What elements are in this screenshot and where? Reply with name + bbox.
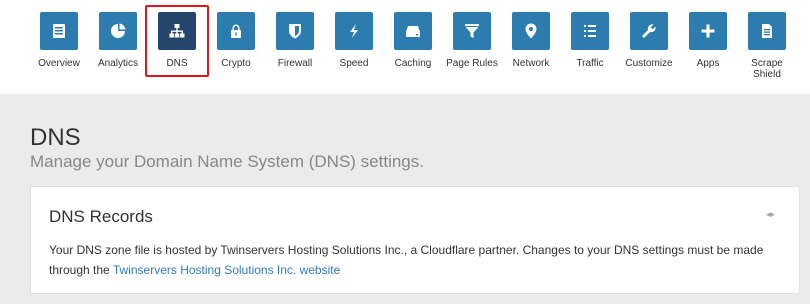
dns-icon — [158, 12, 196, 50]
list-icon — [571, 12, 609, 50]
nav-item-traffic[interactable]: Traffic — [561, 0, 619, 94]
nav-item-caching[interactable]: Caching — [384, 0, 442, 94]
card-collapse-toggle[interactable]: ◂▸ — [766, 209, 775, 220]
hosting-partner-link[interactable]: Twinservers Hosting Solutions Inc. websi… — [113, 263, 340, 277]
page-title: DNS — [30, 124, 81, 151]
nav-item-network[interactable]: Network — [502, 0, 560, 94]
analytics-icon — [99, 12, 137, 50]
top-navigation: Overview Analytics DNS Crypto Firewall S… — [0, 0, 810, 94]
nav-item-apps[interactable]: Apps — [679, 0, 737, 94]
lock-icon — [217, 12, 255, 50]
nav-item-overview[interactable]: Overview — [30, 0, 88, 94]
nav-item-firewall[interactable]: Firewall — [266, 0, 324, 94]
plus-icon — [689, 12, 727, 50]
nav-item-scrape-shield[interactable]: Scrape Shield — [738, 0, 796, 94]
nav-item-analytics[interactable]: Analytics — [89, 0, 147, 94]
nav-item-page-rules[interactable]: Page Rules — [443, 0, 501, 94]
dns-records-card: DNS Records ◂▸ Your DNS zone file is hos… — [30, 186, 800, 294]
lightning-icon — [335, 12, 373, 50]
location-pin-icon — [512, 12, 550, 50]
card-description: Your DNS zone file is hosted by Twinserv… — [49, 240, 779, 280]
nav-label-scrape-shield: Scrape Shield — [751, 58, 783, 80]
hard-drive-icon — [394, 12, 432, 50]
filter-icon — [453, 12, 491, 50]
nav-item-dns[interactable]: DNS — [148, 0, 206, 94]
page-subtitle: Manage your Domain Name System (DNS) set… — [30, 152, 424, 171]
wrench-icon — [630, 12, 668, 50]
nav-item-crypto[interactable]: Crypto — [207, 0, 265, 94]
overview-icon — [40, 12, 78, 50]
document-icon — [748, 12, 786, 50]
nav-item-speed[interactable]: Speed — [325, 0, 383, 94]
nav-item-customize[interactable]: Customize — [620, 0, 678, 94]
shield-icon — [276, 12, 314, 50]
card-title: DNS Records — [49, 207, 153, 226]
